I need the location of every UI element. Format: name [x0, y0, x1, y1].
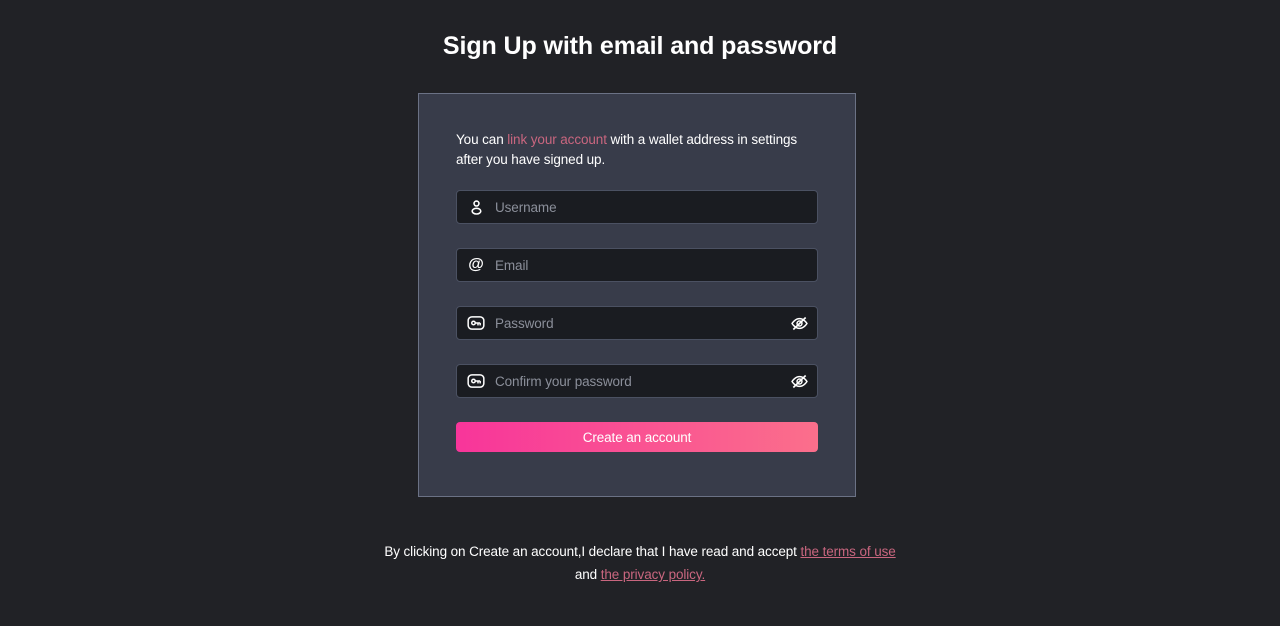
- wallet-link-note: You can link your account with a wallet …: [456, 130, 818, 170]
- key-icon: [457, 365, 495, 397]
- eye-off-icon[interactable]: [781, 365, 817, 397]
- signup-page: Sign Up with email and password You can …: [0, 0, 1280, 626]
- email-field[interactable]: @: [456, 248, 818, 282]
- page-title: Sign Up with email and password: [442, 32, 838, 60]
- email-input[interactable]: [495, 249, 817, 281]
- create-account-button[interactable]: Create an account: [456, 422, 818, 452]
- confirm-password-field[interactable]: [456, 364, 818, 398]
- password-field[interactable]: [456, 306, 818, 340]
- terms-of-use-link[interactable]: the terms of use: [800, 544, 895, 559]
- footer-line2-text: and: [574, 567, 601, 582]
- key-icon: [457, 307, 495, 339]
- footer-line1-text: By clicking on Create an account,I decla…: [384, 544, 801, 559]
- terms-footer: By clicking on Create an account,I decla…: [0, 540, 1280, 586]
- signup-card: You can link your account with a wallet …: [418, 93, 856, 497]
- privacy-policy-link[interactable]: the privacy policy.: [601, 567, 706, 582]
- user-icon: [457, 191, 495, 223]
- password-input[interactable]: [495, 307, 781, 339]
- confirm-password-input[interactable]: [495, 365, 781, 397]
- link-your-account-link[interactable]: link your account: [507, 132, 607, 147]
- username-input[interactable]: [495, 191, 817, 223]
- eye-off-icon[interactable]: [781, 307, 817, 339]
- username-field[interactable]: [456, 190, 818, 224]
- note-text-before: You can: [456, 132, 508, 147]
- at-icon: @: [468, 255, 484, 273]
